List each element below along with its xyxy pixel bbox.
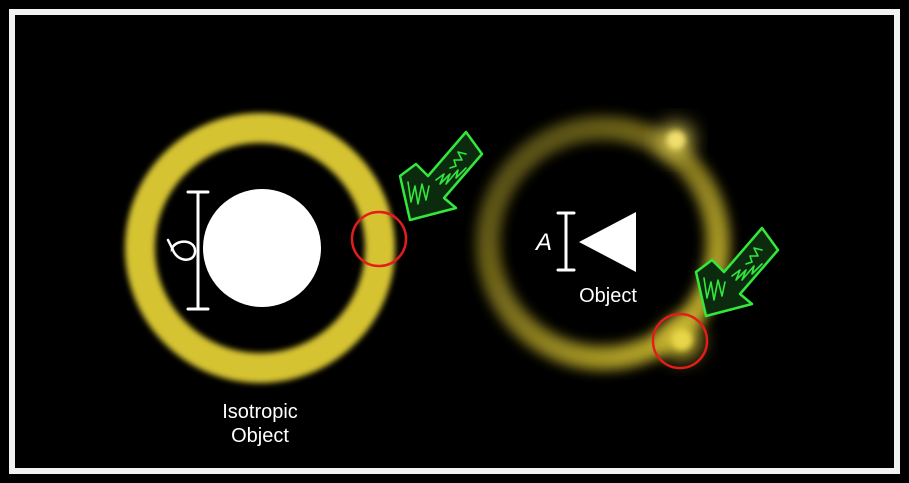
isotropic-caption-line1: Isotropic — [222, 401, 298, 423]
object-caption: Object — [579, 285, 637, 307]
isotropic-object-circle — [203, 189, 321, 307]
anisotropic-object-triangle — [579, 212, 636, 272]
size-symbol-a: A — [534, 229, 552, 256]
diagram-canvas: A — [125, 113, 780, 383]
isotropic-caption: Isotropic Object — [185, 400, 335, 448]
hand-drawn-arrow-icon — [398, 130, 484, 222]
size-bar-a — [556, 211, 576, 272]
sigma-symbol — [166, 238, 197, 261]
isotropic-caption-line2: Object — [231, 425, 289, 447]
